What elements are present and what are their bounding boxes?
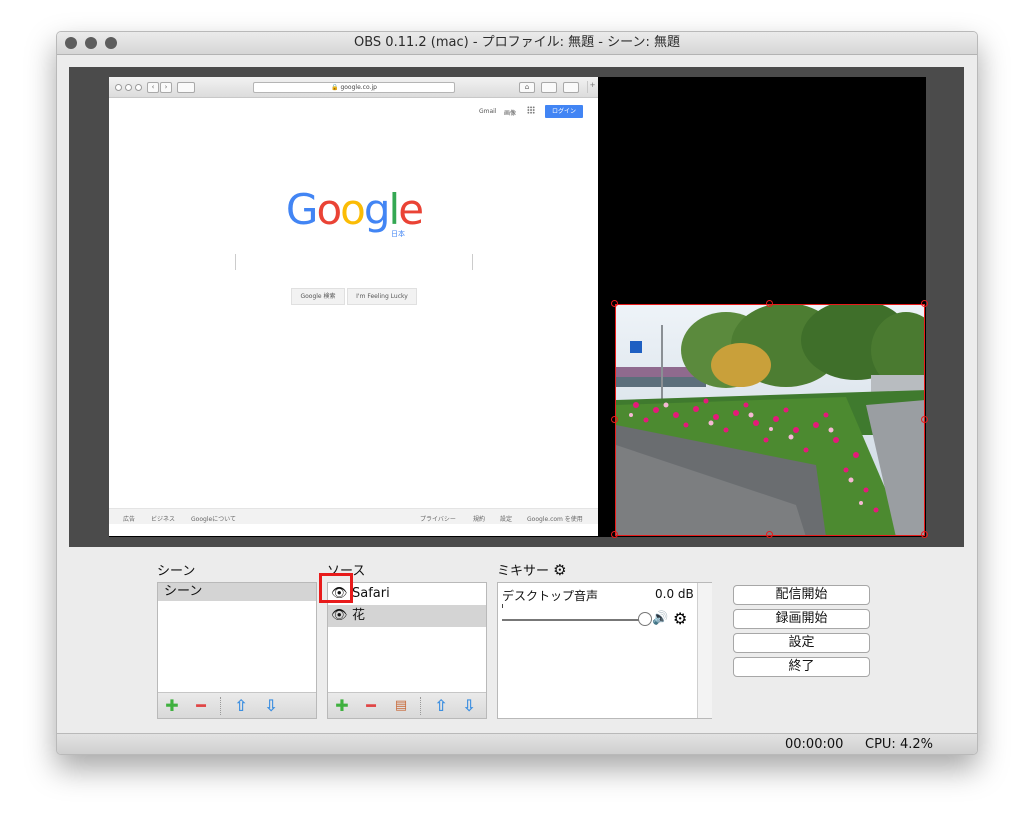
highlight-box — [319, 573, 353, 603]
move-scene-up-icon[interactable]: ⇧ — [232, 697, 250, 715]
resize-handle-right[interactable] — [921, 416, 928, 423]
safari-minimize-icon — [125, 84, 132, 91]
cpu-usage: CPU: 4.2% — [865, 737, 933, 752]
eye-visibility-icon[interactable]: 👁 — [331, 605, 348, 627]
google-logo-letter: l — [388, 185, 401, 234]
safari-address-bar: 🔒 google.co.jp — [253, 82, 455, 93]
google-search-box — [235, 254, 473, 270]
elapsed-time: 00:00:00 — [785, 737, 844, 752]
volume-slider-knob[interactable] — [638, 612, 652, 626]
safari-zoom-icon — [135, 84, 142, 91]
google-search-button: Google 検索 — [291, 288, 345, 305]
scenes-toolbar: ✚ ━ ⇧ ⇩ — [158, 692, 316, 718]
footer-about-link: Googleについて — [191, 516, 236, 523]
scenes-label: シーン — [157, 564, 196, 579]
resize-handle-bottom-right[interactable] — [921, 531, 928, 538]
safari-toolbar: ‹ › 🔒 google.co.jp ⌂ + — [109, 77, 598, 98]
sources-toolbar: ✚ ━ ▤ ⇧ ⇩ — [328, 692, 486, 718]
move-scene-down-icon[interactable]: ⇩ — [262, 697, 280, 715]
mixer-label-text: ミキサー — [497, 564, 550, 579]
start-recording-button[interactable]: 録画開始 — [733, 609, 870, 629]
footer-business-link: ビジネス — [151, 516, 176, 523]
volume-slider-track[interactable] — [502, 619, 642, 621]
source-list-item[interactable]: 👁 花 — [328, 605, 486, 627]
resize-handle-left[interactable] — [611, 416, 618, 423]
mixer-scrollbar[interactable] — [697, 583, 712, 718]
google-logo-letter: e — [398, 185, 424, 234]
safari-source-capture[interactable]: ‹ › 🔒 google.co.jp ⌂ + Gmail 画像 ログイン Goo… — [109, 77, 598, 536]
mixer-panel: デスクトップ音声 0.0 dB 🔊 ⚙ — [497, 582, 712, 719]
google-logo-japan: 日本 — [391, 230, 405, 238]
footer-ads-link: 広告 — [123, 516, 136, 523]
mixer-level-db: 0.0 dB — [655, 587, 694, 601]
gmail-link: Gmail — [479, 108, 497, 115]
footer-settings-link: 設定 — [500, 516, 513, 523]
safari-share-icon — [541, 82, 557, 93]
add-scene-icon[interactable]: ✚ — [163, 697, 181, 715]
safari-close-icon — [115, 84, 122, 91]
resize-handle-bottom[interactable] — [766, 531, 773, 538]
window-title: OBS 0.11.2 (mac) - プロファイル: 無題 - シーン: 無題 — [354, 35, 680, 50]
status-bar: 00:00:00 CPU: 4.2% — [57, 733, 977, 754]
mixer-label: ミキサー ⚙ — [497, 560, 567, 579]
obs-window: OBS 0.11.2 (mac) - プロファイル: 無題 - シーン: 無題 … — [56, 31, 978, 755]
login-button: ログイン — [545, 105, 583, 118]
exit-button[interactable]: 終了 — [733, 657, 870, 677]
apps-grid-icon — [527, 106, 535, 114]
safari-tabs-icon — [563, 82, 579, 93]
safari-forward-icon: › — [160, 82, 172, 93]
add-source-icon[interactable]: ✚ — [333, 697, 351, 715]
channel-gear-icon[interactable]: ⚙ — [673, 609, 687, 628]
footer-google-com-link: Google.com を使用 — [527, 516, 583, 523]
footer-privacy-link: プライバシー — [420, 516, 456, 523]
settings-button[interactable]: 設定 — [733, 633, 870, 653]
google-logo-letter: o — [316, 185, 342, 234]
source-name: Safari — [352, 586, 390, 601]
images-link: 画像 — [504, 110, 517, 117]
move-source-down-icon[interactable]: ⇩ — [460, 697, 478, 715]
footer-terms-link: 規約 — [473, 516, 486, 523]
resize-handle-top-right[interactable] — [921, 300, 928, 307]
resize-handle-top-left[interactable] — [611, 300, 618, 307]
google-logo-letter: G — [285, 185, 319, 234]
start-streaming-button[interactable]: 配信開始 — [733, 585, 870, 605]
safari-url: google.co.jp — [340, 84, 377, 91]
resize-handle-bottom-left[interactable] — [611, 531, 618, 538]
resize-handle-top[interactable] — [766, 300, 773, 307]
google-logo-letter: g — [363, 185, 391, 234]
flower-source-image[interactable] — [615, 304, 925, 536]
google-logo-letter: o — [340, 185, 366, 234]
preview-canvas[interactable]: ‹ › 🔒 google.co.jp ⌂ + Gmail 画像 ログイン Goo… — [109, 77, 928, 538]
remove-source-icon[interactable]: ━ — [362, 697, 380, 715]
safari-back-icon: ‹ — [147, 82, 159, 93]
move-source-up-icon[interactable]: ⇧ — [432, 697, 450, 715]
source-properties-icon[interactable]: ▤ — [392, 697, 410, 715]
mixer-gear-icon[interactable]: ⚙ — [553, 561, 566, 579]
volume-meter — [502, 604, 503, 608]
google-logo: Google — [259, 185, 449, 234]
preview-area[interactable]: ‹ › 🔒 google.co.jp ⌂ + Gmail 画像 ログイン Goo… — [69, 67, 964, 547]
flower-photo — [616, 305, 924, 535]
title-bar: OBS 0.11.2 (mac) - プロファイル: 無題 - シーン: 無題 — [57, 32, 977, 55]
toolbar-divider — [220, 697, 222, 715]
mixer-channel-name: デスクトップ音声 — [502, 589, 599, 603]
scene-list-item[interactable]: シーン — [158, 583, 316, 601]
safari-sidebar-icon — [177, 82, 195, 93]
speaker-icon[interactable]: 🔊 — [652, 611, 668, 626]
scenes-panel: シーン ✚ ━ ⇧ ⇩ — [157, 582, 317, 719]
safari-new-tab-icon: + — [587, 81, 597, 93]
source-name: 花 — [352, 608, 366, 623]
feeling-lucky-button: I'm Feeling Lucky — [347, 288, 417, 305]
remove-scene-icon[interactable]: ━ — [192, 697, 210, 715]
google-footer: 広告 ビジネス Googleについて プライバシー 規約 設定 Google.c… — [109, 508, 598, 524]
safari-home-icon: ⌂ — [519, 82, 535, 93]
toolbar-divider — [420, 697, 422, 715]
